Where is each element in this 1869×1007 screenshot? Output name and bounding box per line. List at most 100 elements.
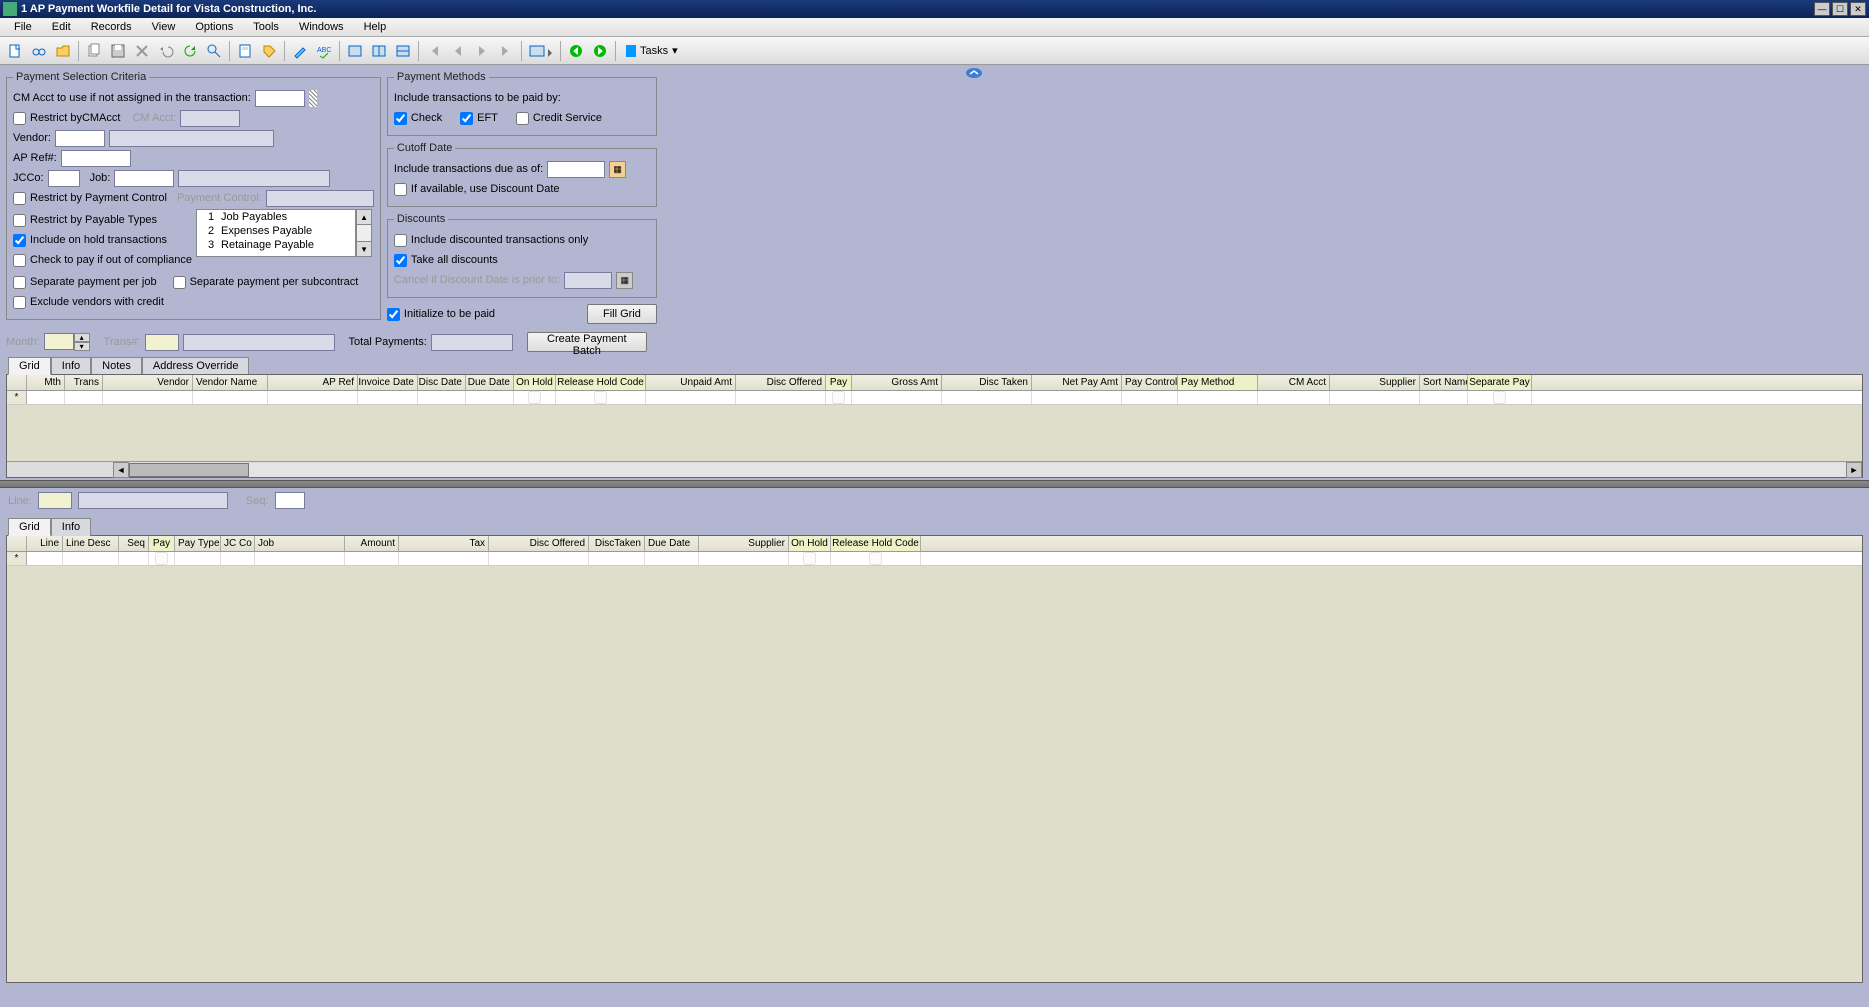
menu-records[interactable]: Records [83,19,140,35]
grid-cell[interactable] [119,552,149,565]
col-header[interactable]: Seq [119,536,149,551]
tag-icon[interactable] [258,40,280,62]
col-header[interactable]: Vendor Name [193,375,268,390]
cancel-date-input[interactable] [564,272,612,289]
payable-type-item[interactable]: 3Retainage Payable [197,238,355,252]
grid-cell[interactable] [736,391,826,404]
pm-credit[interactable] [516,112,529,125]
grid-cell[interactable] [1122,391,1178,404]
col-header[interactable]: Job [255,536,345,551]
job-input[interactable] [114,170,174,187]
col-header[interactable]: Unpaid Amt [646,375,736,390]
tasks-menu[interactable]: Tasks ▾ [620,42,684,59]
vendor-input[interactable] [55,130,105,147]
menu-tools[interactable]: Tools [245,19,287,35]
col-header[interactable] [7,375,27,390]
spellcheck-icon[interactable]: ABC [313,40,335,62]
grid-cell[interactable] [1468,391,1532,404]
tab-notes[interactable]: Notes [91,357,142,375]
copy-icon[interactable] [83,40,105,62]
col-header[interactable]: Pay [149,536,175,551]
disc-only-check[interactable] [394,234,407,247]
scroll-thumb[interactable] [129,463,249,477]
grid-cell[interactable] [399,552,489,565]
col-header[interactable]: Line [27,536,63,551]
col-header[interactable]: Pay Control [1122,375,1178,390]
total-input[interactable] [431,334,513,351]
open-icon[interactable] [52,40,74,62]
col-header[interactable]: Disc Taken [942,375,1032,390]
col-header[interactable]: JC Co [221,536,255,551]
grid-cell[interactable]: * [7,391,27,404]
lookup-handle[interactable] [309,90,317,107]
panel3-icon[interactable] [392,40,414,62]
payable-types-list[interactable]: 1Job Payables2Expenses Payable3Retainage… [196,209,356,257]
col-header[interactable]: Separate Pay [1468,375,1532,390]
exclude-vendors-check[interactable] [13,296,26,309]
grid-cell[interactable] [645,552,699,565]
grid-cell[interactable] [268,391,358,404]
col-header[interactable]: On Hold [514,375,556,390]
brush-icon[interactable] [289,40,311,62]
col-header[interactable]: Tax [399,536,489,551]
menu-file[interactable]: File [6,19,40,35]
payctrl-input[interactable] [266,190,374,207]
grid-cell[interactable] [358,391,418,404]
grid-cell[interactable] [514,391,556,404]
cm-acct2-input[interactable] [180,110,240,127]
panel1-icon[interactable] [344,40,366,62]
grid-cell[interactable] [831,552,921,565]
close-button[interactable]: ✕ [1850,2,1866,16]
grid-cell[interactable] [789,552,831,565]
trans-input[interactable] [145,334,179,351]
undo-icon[interactable] [155,40,177,62]
grid-cell[interactable] [646,391,736,404]
grid-cell[interactable] [1178,391,1258,404]
include-onhold-check[interactable] [13,234,26,247]
col-header[interactable]: Due Date [645,536,699,551]
col-header[interactable]: Disc Offered [736,375,826,390]
menu-view[interactable]: View [144,19,184,35]
save-icon[interactable] [107,40,129,62]
grid-cell[interactable] [466,391,514,404]
col-header[interactable]: On Hold [789,536,831,551]
jcco-input[interactable] [48,170,80,187]
restrict-payable-check[interactable] [13,214,26,227]
grid-cell[interactable]: * [7,552,27,565]
grid-cell[interactable] [103,391,193,404]
calendar-icon[interactable]: ▦ [609,161,626,178]
collapse-icon[interactable] [965,67,983,79]
grid-cell[interactable] [699,552,789,565]
minimize-button[interactable]: — [1814,2,1830,16]
restrict-payctrl-check[interactable] [13,192,26,205]
grid-cell[interactable] [193,391,268,404]
delete-icon[interactable] [131,40,153,62]
tab-info[interactable]: Info [51,357,91,375]
new-icon[interactable] [4,40,26,62]
grid-cell[interactable] [942,391,1032,404]
grid-cell[interactable] [149,552,175,565]
maximize-button[interactable]: ☐ [1832,2,1848,16]
grid-cell[interactable] [1032,391,1122,404]
col-header[interactable]: DiscTaken [589,536,645,551]
grid-cell[interactable] [589,552,645,565]
scroll-right[interactable]: ► [1846,462,1862,478]
grid-cell[interactable] [1330,391,1420,404]
menu-options[interactable]: Options [187,19,241,35]
grid-cell[interactable] [556,391,646,404]
col-header[interactable]: Release Hold Code [556,375,646,390]
cutoff-date-input[interactable] [547,161,605,178]
grid-cell[interactable] [826,391,852,404]
form-icon[interactable] [526,40,556,62]
restrict-cmacct-check[interactable] [13,112,26,125]
grid-cell[interactable] [852,391,942,404]
list-scroll-up[interactable]: ▲ [356,209,372,225]
section-divider[interactable] [0,480,1869,488]
line-input[interactable] [38,492,72,509]
table-row[interactable]: * [7,391,1862,405]
grid-cell[interactable] [1420,391,1468,404]
apref-input[interactable] [61,150,131,167]
cm-acct-input[interactable] [255,90,305,107]
col-header[interactable]: Disc Offered [489,536,589,551]
menu-help[interactable]: Help [356,19,395,35]
